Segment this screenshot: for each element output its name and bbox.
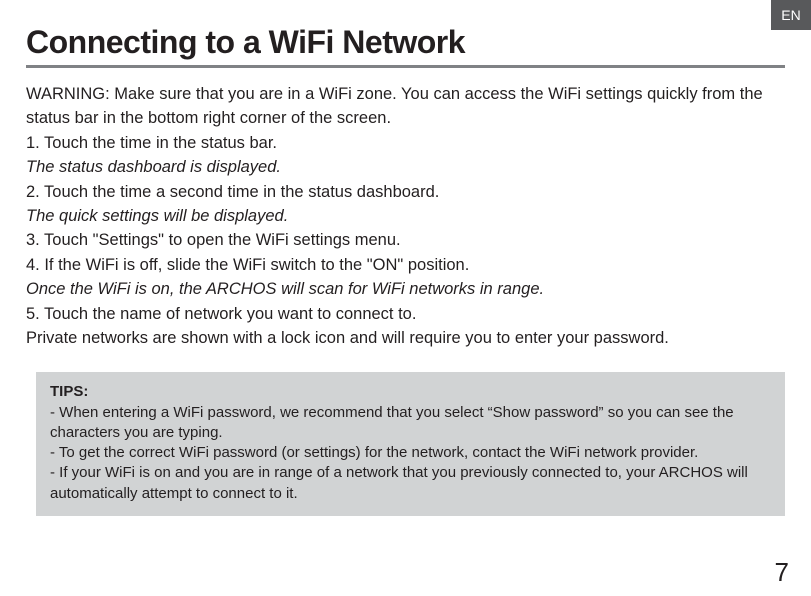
step-5: 5. Touch the name of network you want to… (26, 302, 785, 326)
step-4: 4. If the WiFi is off, slide the WiFi sw… (26, 253, 785, 277)
page-title: Connecting to a WiFi Network (26, 24, 785, 68)
body-text: WARNING: Make sure that you are in a WiF… (26, 82, 785, 350)
note-2: The quick settings will be displayed. (26, 204, 785, 228)
step-1: 1. Touch the time in the status bar. (26, 131, 785, 155)
page-number: 7 (775, 557, 789, 588)
step-3: 3. Touch "Settings" to open the WiFi set… (26, 228, 785, 252)
note-3: Once the WiFi is on, the ARCHOS will sca… (26, 277, 785, 301)
language-tab: EN (771, 0, 811, 30)
note-1: The status dashboard is displayed. (26, 155, 785, 179)
warning-text: WARNING: Make sure that you are in a WiF… (26, 82, 785, 131)
step-2: 2. Touch the time a second time in the s… (26, 180, 785, 204)
tip-item: - When entering a WiFi password, we reco… (50, 403, 771, 444)
tips-title: TIPS: (50, 382, 771, 402)
tip-item: - To get the correct WiFi password (or s… (50, 443, 771, 463)
tips-box: TIPS: - When entering a WiFi password, w… (36, 372, 785, 516)
tip-item: - If your WiFi is on and you are in rang… (50, 463, 771, 504)
private-networks-text: Private networks are shown with a lock i… (26, 326, 785, 350)
page-content: Connecting to a WiFi Network WARNING: Ma… (0, 0, 811, 516)
